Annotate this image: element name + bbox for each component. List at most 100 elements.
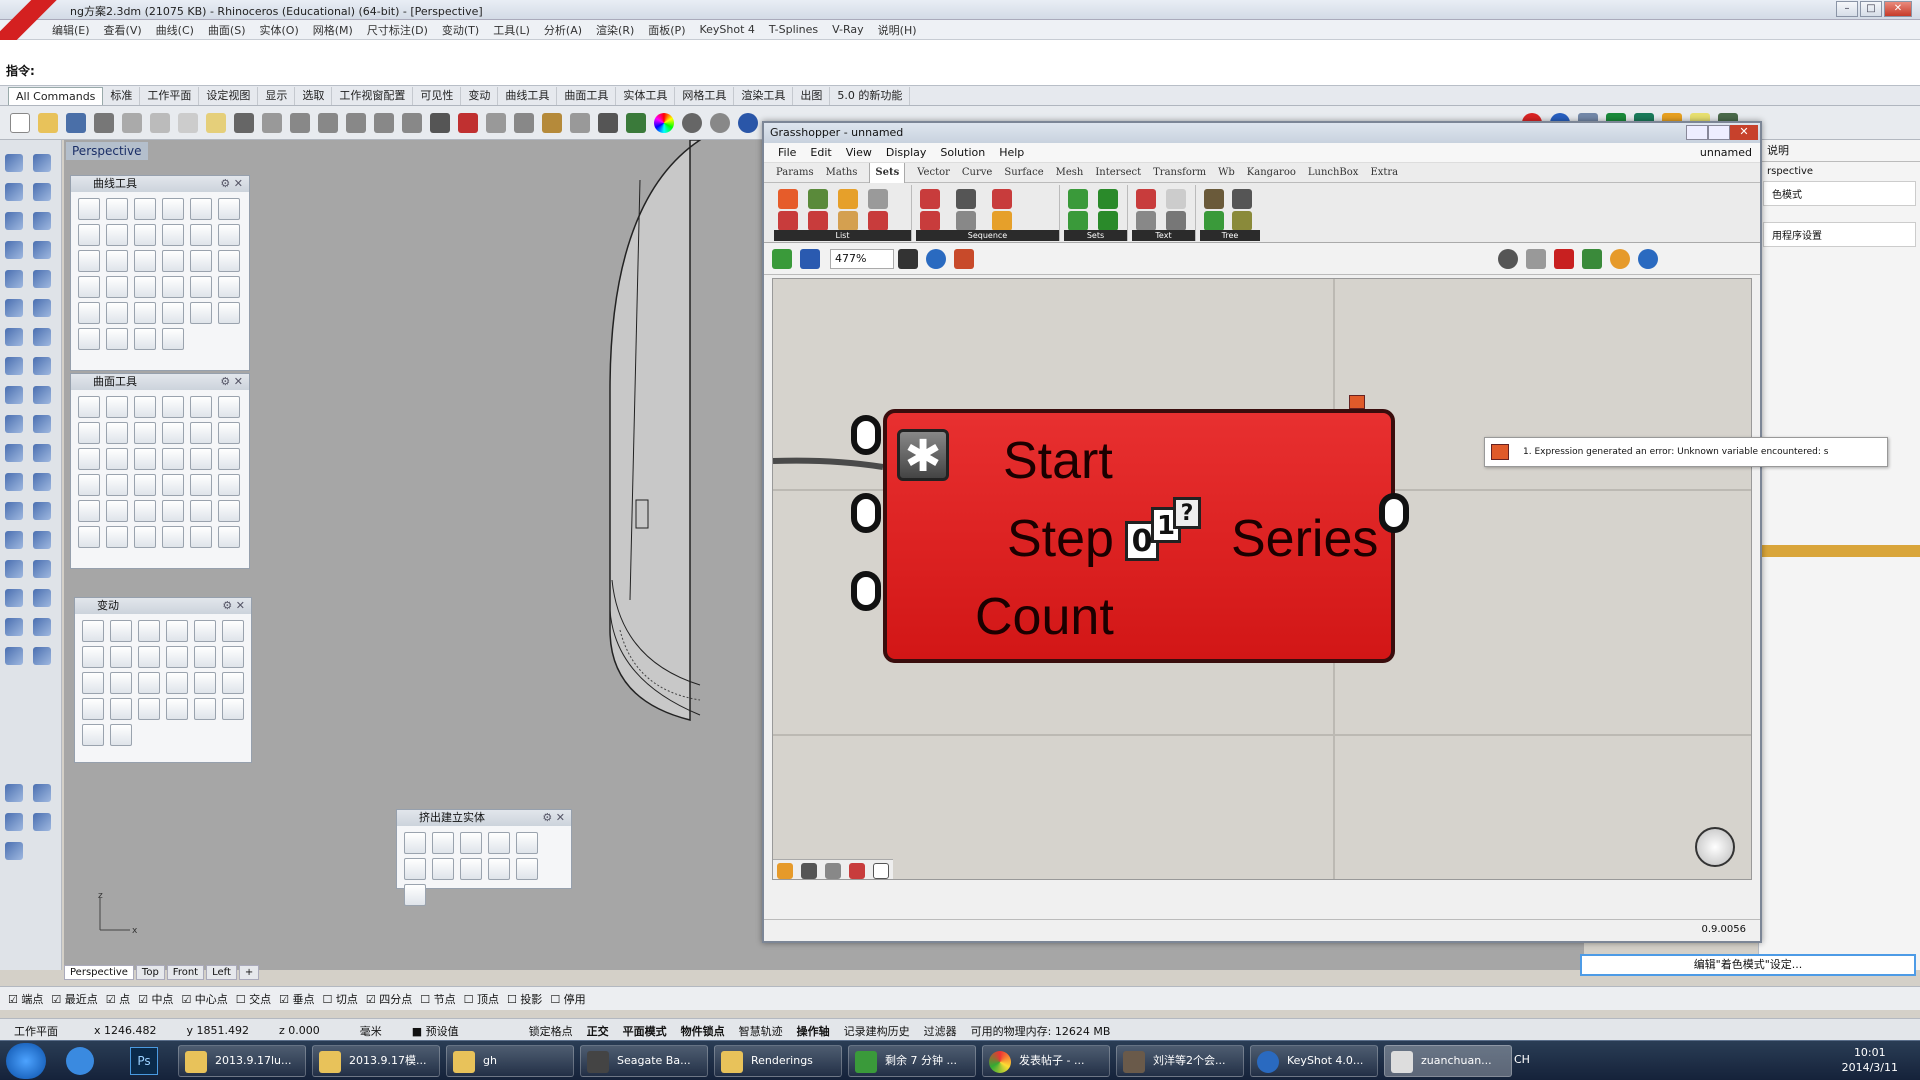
ie-icon[interactable] — [66, 1047, 94, 1075]
zoom-selected-icon[interactable] — [402, 112, 422, 133]
tab-surface-tools[interactable]: 曲面工具 — [557, 86, 617, 105]
box-tool-icon[interactable] — [5, 328, 23, 346]
extrude-icon[interactable] — [516, 858, 538, 880]
check-tool-icon[interactable] — [33, 618, 51, 636]
surface-icon[interactable] — [162, 474, 184, 496]
globe-icon[interactable] — [1638, 248, 1658, 269]
lighting-tool-icon[interactable] — [5, 386, 23, 404]
curve-icon[interactable] — [162, 328, 184, 350]
ellipse-tool-icon[interactable] — [33, 212, 51, 230]
menu-view[interactable]: 查看(V) — [104, 22, 142, 38]
split-tool-icon[interactable] — [33, 415, 51, 433]
gh-menu-edit[interactable]: Edit — [810, 143, 831, 163]
cylinder-tool-icon[interactable] — [5, 357, 23, 375]
point-tool-icon[interactable] — [33, 154, 51, 172]
taskbar-item[interactable]: Renderings — [714, 1045, 842, 1077]
status-ortho[interactable]: 正交 — [587, 1023, 609, 1039]
curve-icon[interactable] — [78, 250, 100, 272]
extrude-icon[interactable] — [488, 858, 510, 880]
surface-icon[interactable] — [190, 526, 212, 548]
transform-icon[interactable] — [82, 620, 104, 642]
panel-tab-help[interactable]: 说明 — [1759, 140, 1920, 162]
curve-icon[interactable] — [190, 198, 212, 220]
transform-icon[interactable] — [222, 698, 244, 720]
transform-icon[interactable] — [82, 724, 104, 746]
taskbar-item[interactable]: 发表帖子 - ... — [982, 1045, 1110, 1077]
system-tray[interactable] — [1540, 1051, 1780, 1071]
save-file-icon[interactable] — [800, 248, 820, 269]
text-join-icon[interactable] — [1136, 211, 1156, 231]
tab-standard[interactable]: 标准 — [103, 86, 141, 105]
trim-tool-icon[interactable] — [5, 415, 23, 433]
fibonacci-icon[interactable] — [992, 189, 1012, 209]
transform-icon[interactable] — [138, 620, 160, 642]
polyline-tool-icon[interactable] — [5, 183, 23, 201]
surface-icon[interactable] — [162, 526, 184, 548]
zoom-extents-icon[interactable] — [374, 112, 394, 133]
curve-icon[interactable] — [162, 276, 184, 298]
surface-icon[interactable] — [218, 526, 240, 548]
tab-new-in-v5[interactable]: 5.0 的新功能 — [830, 86, 911, 105]
surface-icon[interactable] — [218, 500, 240, 522]
curve-icon[interactable] — [190, 302, 212, 324]
osnap-tan[interactable]: ☐ 切点 — [323, 991, 358, 1007]
warning-balloon-icon[interactable] — [1349, 395, 1365, 409]
series-component[interactable]: ✱ Start Step Count Series 0 1 ? — [883, 409, 1395, 663]
surface-icon[interactable] — [134, 422, 156, 444]
gh-tab-params[interactable]: Params — [776, 163, 814, 183]
menu-analyze[interactable]: 分析(A) — [544, 22, 582, 38]
transform-icon[interactable] — [82, 646, 104, 668]
text-sort-icon[interactable] — [1166, 211, 1186, 231]
curve-icon[interactable] — [134, 276, 156, 298]
osnap-near[interactable]: ☑ 最近点 — [51, 991, 97, 1007]
graph-icon[interactable] — [849, 862, 865, 879]
surface-icon[interactable] — [78, 500, 100, 522]
close-icon[interactable]: ⚙ ✕ — [220, 176, 243, 192]
transform-icon[interactable] — [138, 672, 160, 694]
surface-icon[interactable] — [190, 396, 212, 418]
gh-tab-extra[interactable]: Extra — [1370, 163, 1398, 183]
tab-visibility[interactable]: 可见性 — [413, 86, 462, 105]
surface-icon[interactable] — [106, 422, 128, 444]
surface-icon[interactable] — [218, 448, 240, 470]
save-icon[interactable] — [66, 112, 86, 133]
surface-icon[interactable] — [78, 474, 100, 496]
input-count-label[interactable]: Count — [975, 587, 1114, 647]
viewport-b-icon[interactable] — [33, 784, 51, 802]
status-history[interactable]: 记录建构历史 — [844, 1023, 910, 1039]
curve-icon[interactable] — [106, 250, 128, 272]
transform-icon[interactable] — [82, 698, 104, 720]
viewport-tab-top[interactable]: Top — [135, 964, 165, 980]
input-step-label[interactable]: Step — [1007, 509, 1114, 569]
join-tool-icon[interactable] — [33, 444, 51, 462]
dimension-tool-icon[interactable] — [33, 502, 51, 520]
gh-tab-curve[interactable]: Curve — [962, 163, 992, 183]
export-icon[interactable] — [122, 112, 142, 133]
cull-index-icon[interactable] — [920, 211, 940, 231]
surface-icon[interactable] — [78, 396, 100, 418]
open-icon[interactable] — [38, 112, 58, 133]
rectangle-tool-icon[interactable] — [33, 241, 51, 259]
menu-help[interactable]: 说明(H) — [878, 22, 917, 38]
polygon-tool-icon[interactable] — [5, 241, 23, 259]
menu-vray[interactable]: V-Ray — [832, 23, 864, 36]
copy-tool-icon[interactable] — [33, 473, 51, 491]
move-tool-icon[interactable] — [5, 473, 23, 491]
dispatch-icon[interactable] — [838, 211, 858, 231]
gh-menu-display[interactable]: Display — [886, 143, 927, 163]
language-indicator[interactable]: CH — [1514, 1053, 1530, 1066]
surface-icon[interactable] — [162, 500, 184, 522]
surface-icon[interactable] — [106, 448, 128, 470]
gh-tab-lunchbox[interactable]: LunchBox — [1308, 163, 1359, 183]
transform-icon[interactable] — [110, 724, 132, 746]
zoom-dropdown[interactable]: 477% — [830, 248, 894, 269]
layer-swatch[interactable]: ■ 预设值 — [412, 1023, 459, 1039]
surface-icon[interactable] — [190, 474, 212, 496]
gh-tab-maths[interactable]: Maths — [826, 163, 858, 183]
add-icon[interactable] — [873, 862, 889, 879]
range-icon[interactable] — [992, 211, 1012, 231]
status-gumball[interactable]: 操作轴 — [797, 1023, 830, 1039]
menu-surface[interactable]: 曲面(S) — [208, 22, 246, 38]
tab-display[interactable]: 显示 — [258, 86, 296, 105]
analyze-tool-icon[interactable] — [33, 560, 51, 578]
